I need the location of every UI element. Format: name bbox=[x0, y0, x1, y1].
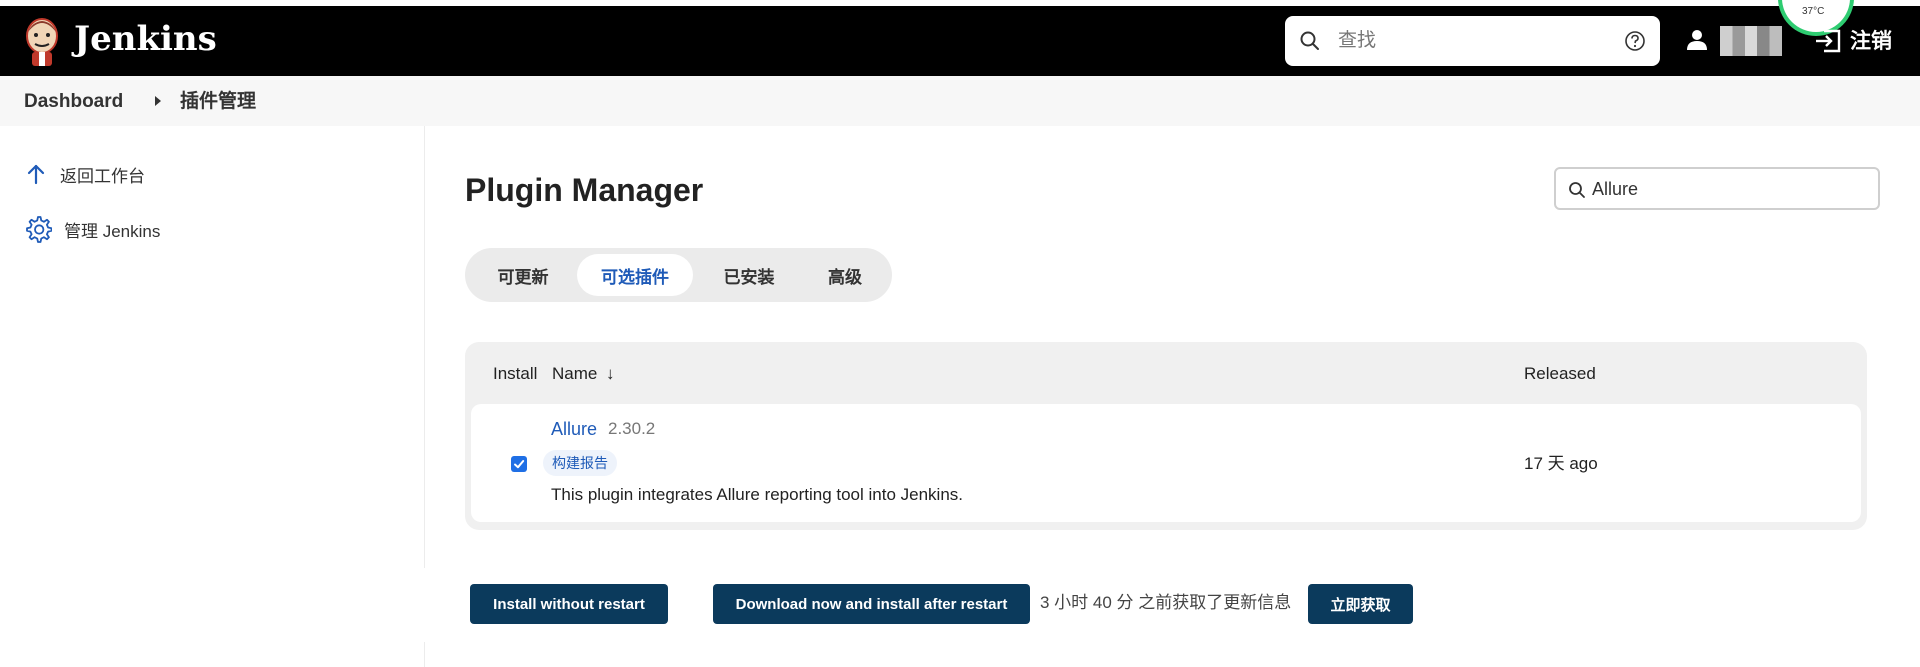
plugin-name-link[interactable]: Allure bbox=[551, 418, 597, 440]
search-icon bbox=[1569, 182, 1585, 198]
plugin-tabs: 可更新 可选插件 已安装 高级 bbox=[465, 248, 892, 302]
brand-name[interactable]: Jenkins bbox=[74, 18, 217, 60]
install-checkbox[interactable] bbox=[511, 456, 527, 472]
update-info-text: 3 小时 40 分 之前获取了更新信息 bbox=[1040, 593, 1292, 612]
column-header-install: Install bbox=[493, 364, 538, 383]
filter-input[interactable] bbox=[1592, 175, 1872, 203]
user-icon[interactable] bbox=[1686, 28, 1710, 52]
breadcrumb-dashboard[interactable]: Dashboard bbox=[24, 91, 123, 113]
plugin-version: 2.30.2 bbox=[608, 419, 656, 438]
column-header-name[interactable]: Name bbox=[552, 363, 597, 385]
sidebar-item-back-to-dashboard[interactable]: 返回工作台 bbox=[24, 156, 145, 192]
help-icon[interactable] bbox=[1624, 30, 1646, 52]
download-install-after-restart-button[interactable]: Download now and install after restart bbox=[713, 584, 1030, 624]
global-search[interactable]: 查找 bbox=[1285, 16, 1660, 66]
arrow-up-icon bbox=[27, 164, 45, 185]
user-name-redacted[interactable] bbox=[1720, 26, 1782, 56]
tab-available[interactable]: 可选插件 bbox=[577, 254, 693, 296]
plugin-category-tag[interactable]: 构建报告 bbox=[543, 450, 617, 476]
plugin-released: 17 天 ago bbox=[1524, 454, 1598, 473]
gear-icon bbox=[26, 216, 52, 243]
breadcrumb: Dashboard 插件管理 bbox=[0, 76, 1920, 126]
breadcrumb-chevron-icon[interactable] bbox=[155, 96, 161, 106]
page-header: Jenkins 37°C 查找 注销 bbox=[0, 0, 1920, 76]
logout-icon[interactable] bbox=[1814, 28, 1842, 54]
sort-arrow-down-icon[interactable]: ↓ bbox=[606, 363, 615, 385]
tab-advanced[interactable]: 高级 bbox=[805, 254, 885, 296]
sidebar-item-label: 返回工作台 bbox=[60, 166, 145, 186]
column-header-released[interactable]: Released bbox=[1524, 363, 1596, 385]
plugin-filter[interactable] bbox=[1554, 167, 1880, 210]
sidebar-item-manage-jenkins[interactable]: 管理 Jenkins bbox=[24, 211, 160, 247]
check-icon bbox=[514, 460, 525, 469]
table-row: Allure 2.30.2 构建报告 This plugin integrate… bbox=[471, 404, 1861, 522]
tab-installed[interactable]: 已安装 bbox=[697, 254, 801, 296]
sidebar-divider bbox=[424, 642, 425, 667]
logout-link[interactable]: 注销 bbox=[1850, 30, 1892, 54]
sidebar-item-label: 管理 Jenkins bbox=[64, 221, 161, 241]
tab-updates[interactable]: 可更新 bbox=[471, 254, 575, 296]
page-title: Plugin Manager bbox=[465, 172, 704, 208]
plugin-description: This plugin integrates Allure reporting … bbox=[551, 485, 964, 504]
plugin-table: Install Name ↓ Released Allure 2.30.2 构建… bbox=[465, 342, 1867, 530]
search-input[interactable]: 查找 bbox=[1338, 30, 1376, 52]
search-icon bbox=[1300, 31, 1319, 50]
temperature-label: 37°C bbox=[1802, 6, 1825, 17]
fetch-now-button[interactable]: 立即获取 bbox=[1308, 584, 1413, 624]
sidebar-divider bbox=[424, 126, 425, 568]
breadcrumb-plugin-manager[interactable]: 插件管理 bbox=[180, 91, 256, 113]
jenkins-logo-icon[interactable] bbox=[22, 16, 62, 68]
install-without-restart-button[interactable]: Install without restart bbox=[470, 584, 668, 624]
